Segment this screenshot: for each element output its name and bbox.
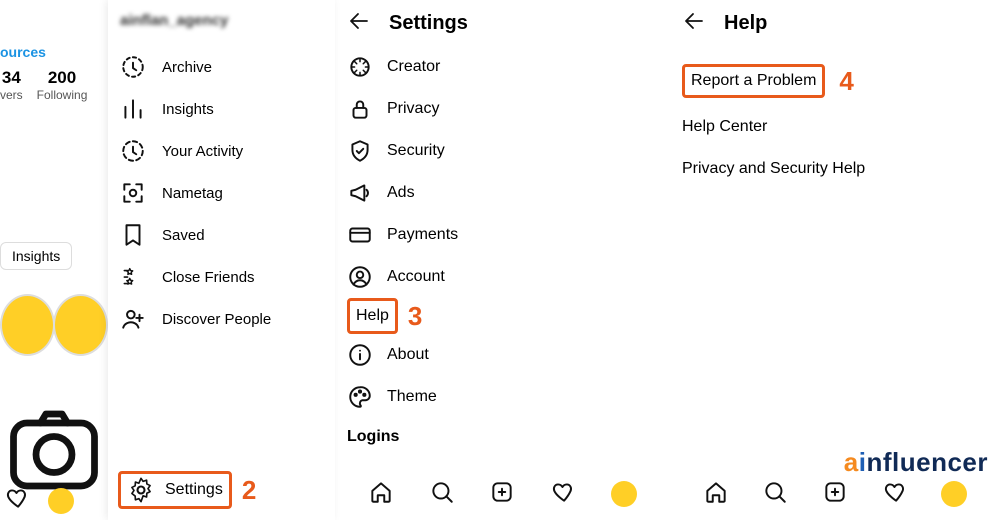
card-icon [347,222,373,248]
help-item-privacy-help[interactable]: Privacy and Security Help [682,148,988,190]
back-icon[interactable] [347,9,371,38]
shield-icon [347,138,373,164]
drawer-item-activity[interactable]: Your Activity [108,130,335,172]
drawer-item-label: Nametag [162,185,223,202]
story-highlight[interactable] [0,294,55,356]
info-icon [347,342,373,368]
step-3-label: 3 [408,301,422,332]
profile-drawer: ainflan_agency Archive Insights Your Act… [108,0,335,520]
drawer-item-label: Saved [162,227,205,244]
settings-item-label: Theme [387,388,437,406]
drawer-item-label: Archive [162,59,212,76]
search-icon[interactable] [429,479,455,510]
stat-following[interactable]: 200 Following [37,68,88,102]
drawer-username: ainflan_agency [108,0,335,40]
discover-people-icon [120,306,146,332]
drawer-item-close-friends[interactable]: Close Friends [108,256,335,298]
drawer-item-label: Your Activity [162,143,243,160]
settings-item-label: Privacy [387,100,439,118]
heart-icon[interactable] [4,485,30,516]
drawer-item-nametag[interactable]: Nametag [108,172,335,214]
panel-settings: Settings Creator Privacy Security Ads Pa… [335,0,670,520]
settings-item-label: Security [387,142,445,160]
search-icon[interactable] [762,479,788,510]
drawer-item-discover[interactable]: Discover People [108,298,335,340]
settings-item-creator[interactable]: Creator [347,46,658,88]
insights-icon [120,96,146,122]
settings-button[interactable]: Settings [118,471,232,509]
close-friends-icon [120,264,146,290]
activity-heart-icon[interactable] [550,479,576,510]
page-title: Help [724,12,767,35]
page-title: Settings [389,12,468,35]
drawer-item-label: Discover People [162,311,271,328]
activity-heart-icon[interactable] [882,479,908,510]
settings-item-label: Help [356,307,389,325]
account-icon [347,264,373,290]
settings-item-label: About [387,346,429,364]
settings-item-account[interactable]: Account [347,256,658,298]
profile-tab-icon[interactable] [941,481,967,507]
home-icon[interactable] [703,479,729,510]
settings-item-about[interactable]: About [347,334,658,376]
megaphone-icon [347,180,373,206]
logins-section: Logins [335,418,670,446]
home-icon[interactable] [368,479,394,510]
settings-item-ads[interactable]: Ads [347,172,658,214]
settings-label: Settings [165,481,223,499]
creator-icon [347,54,373,80]
bottom-nav [670,474,1000,514]
insights-button[interactable]: Insights [0,242,72,270]
help-item-help-center[interactable]: Help Center [682,106,988,148]
settings-item-security[interactable]: Security [347,130,658,172]
step-4-label: 4 [839,66,853,97]
settings-item-label: Creator [387,58,440,76]
saved-icon [120,222,146,248]
drawer-item-label: Close Friends [162,269,255,286]
settings-item-label: Ads [387,184,415,202]
theme-icon [347,384,373,410]
drawer-item-saved[interactable]: Saved [108,214,335,256]
profile-tab-icon[interactable] [611,481,637,507]
settings-item-privacy[interactable]: Privacy [347,88,658,130]
new-post-icon[interactable] [489,479,515,510]
sources-tab[interactable]: ources [0,44,108,60]
panel-help: Help Report a Problem 4 Help Center Priv… [670,0,1000,520]
bottom-nav [335,474,670,514]
help-item-label: Help Center [682,118,767,136]
story-highlight[interactable] [53,294,108,356]
back-icon[interactable] [682,9,706,38]
new-post-icon[interactable] [822,479,848,510]
profile-tab-icon[interactable] [48,488,74,514]
settings-item-help[interactable]: Help [347,298,398,334]
archive-icon [120,54,146,80]
drawer-item-insights[interactable]: Insights [108,88,335,130]
nametag-icon [120,180,146,206]
drawer-item-label: Insights [162,101,214,118]
settings-item-payments[interactable]: Payments [347,214,658,256]
panel-profile: ources 34 vers 200 Following Insights [0,0,335,520]
help-item-label: Report a Problem [691,72,816,90]
drawer-item-archive[interactable]: Archive [108,46,335,88]
activity-icon [120,138,146,164]
help-item-label: Privacy and Security Help [682,160,865,178]
stat-followers[interactable]: 34 vers [0,68,23,102]
lock-icon [347,96,373,122]
settings-item-label: Payments [387,226,458,244]
step-2-label: 2 [242,475,256,506]
gear-icon [127,476,155,504]
settings-item-theme[interactable]: Theme [347,376,658,418]
watermark: ainfluencer [844,447,988,478]
help-item-report[interactable]: Report a Problem [682,64,825,98]
settings-item-label: Account [387,268,445,286]
profile-left-strip: ources 34 vers 200 Following Insights [0,0,108,520]
